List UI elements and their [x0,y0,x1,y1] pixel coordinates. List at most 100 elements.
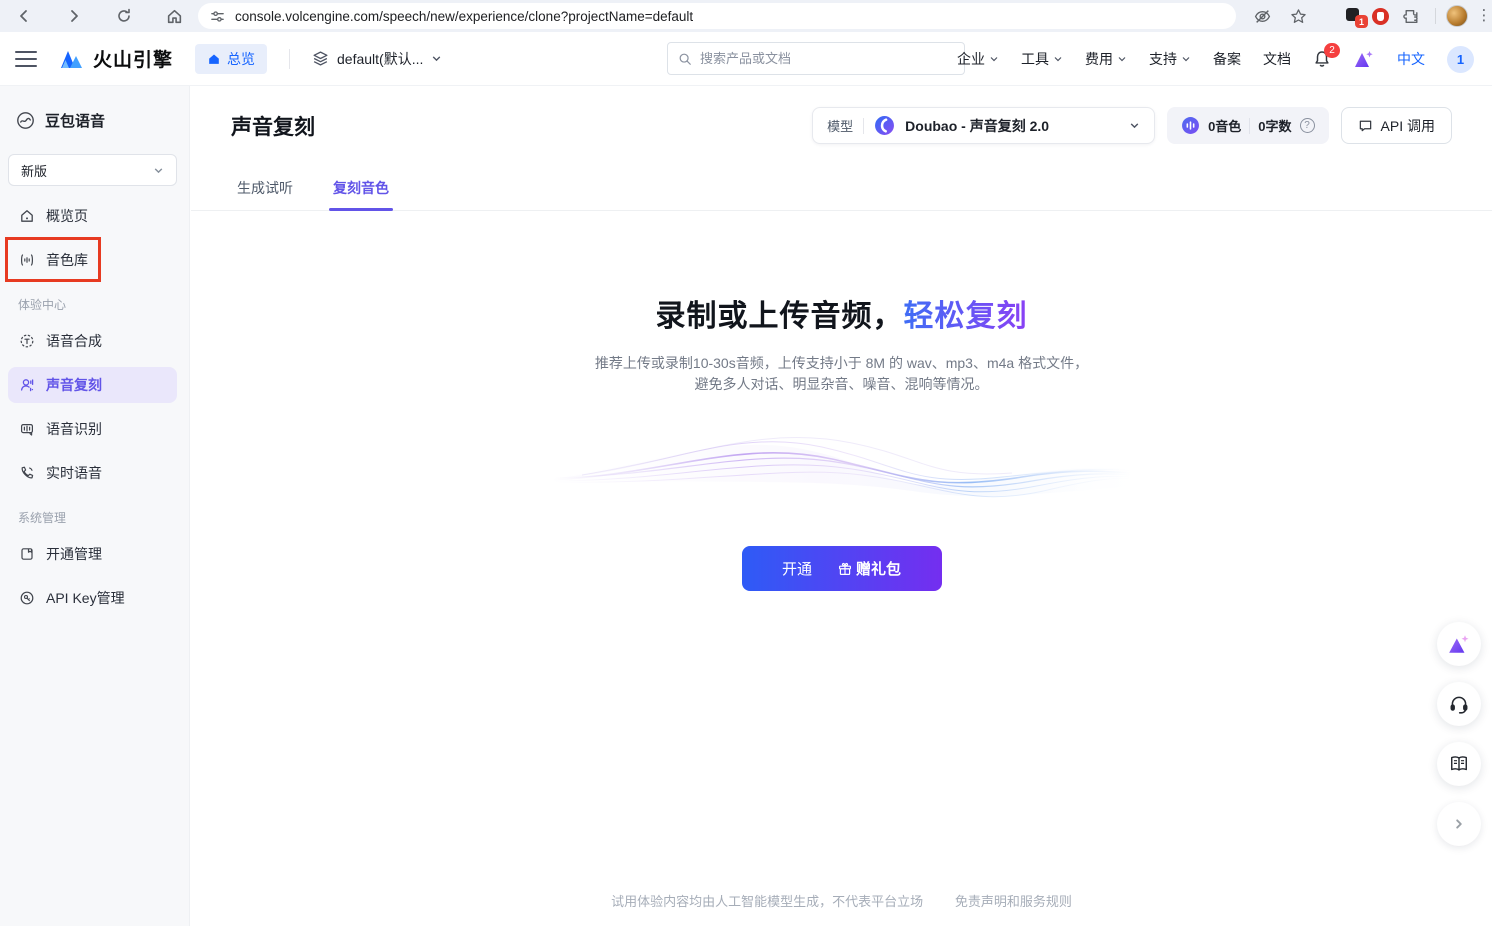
sidebar-item-label: 语音合成 [46,331,102,351]
sidebar-item-label: 音色库 [46,250,88,270]
quota-stats: 0音色 0字数 ? [1167,107,1328,144]
quota-icon [1181,116,1200,135]
doubao-voice-icon [16,111,35,130]
model-select-value: Doubao - 声音复刻 2.0 [905,116,1049,136]
sidebar-item-voice-clone[interactable]: 声音复刻 [8,367,177,403]
sidebar-product-label: 豆包语音 [45,110,105,131]
model-select[interactable]: 模型 Doubao - 声音复刻 2.0 [812,107,1155,144]
char-count: 0字数 [1258,116,1291,135]
sidebar-item-label: 声音复刻 [46,375,102,395]
browser-home-icon[interactable] [160,2,188,30]
extension-red-icon[interactable] [1372,8,1389,25]
overview-label: 总览 [227,49,255,69]
site-info-icon[interactable] [210,9,225,24]
floating-toolbar [1437,622,1481,846]
sidebar-item-activation[interactable]: 开通管理 [8,536,177,572]
sidebar: 豆包语音 新版 概览页 音色库 体验中心 语音合成 声音复刻 语音识别 [0,86,190,926]
asr-icon [18,421,36,437]
notifications-button[interactable]: 2 [1313,50,1331,68]
nav-menu-label: 企业 [957,49,985,69]
extensions-puzzle-icon[interactable] [1397,2,1425,30]
sidebar-item-label: 语音识别 [46,419,102,439]
help-question-icon[interactable]: ? [1300,118,1315,133]
phone-icon [18,465,36,481]
fab-docs[interactable] [1437,742,1481,786]
browser-back-icon[interactable] [10,2,38,30]
bookmark-star-icon[interactable] [1284,2,1312,30]
preview-eye-off-icon[interactable] [1248,2,1276,30]
project-name: default(默认... [337,49,423,69]
overview-button[interactable]: 总览 [195,44,267,74]
project-switcher[interactable]: default(默认... [312,49,442,69]
ai-mountain-icon [1447,633,1471,655]
nav-link-filing[interactable]: 备案 [1213,49,1241,69]
browser-forward-icon[interactable] [60,2,88,30]
home-icon [207,52,221,66]
disclaimer-text: 试用体验内容均由人工智能模型生成，不代表平台立场 [611,894,923,909]
nav-menu-tools[interactable]: 工具 [1021,49,1063,69]
hamburger-menu-icon[interactable] [15,51,37,67]
terms-link[interactable]: 免责声明和服务规则 [955,894,1072,909]
headset-icon [1448,693,1470,715]
nav-menu-label: 费用 [1085,49,1113,69]
tab-generate-preview[interactable]: 生成试听 [237,170,293,211]
hero-title-accent: 轻松复刻 [904,300,1028,333]
browser-reload-icon[interactable] [110,2,138,30]
nav-link-docs[interactable]: 文档 [1263,49,1291,69]
browser-toolbar: console.volcengine.com/speech/new/experi… [0,0,1492,32]
fab-support[interactable] [1437,682,1481,726]
extension-badge: 1 [1355,15,1368,28]
api-chat-icon [1358,118,1373,133]
nav-menu-billing[interactable]: 费用 [1085,49,1127,69]
hero-title-main: 录制或上传音频， [656,300,904,333]
volcengine-logo-icon [59,48,85,70]
divider [1249,118,1250,134]
activate-button[interactable]: 开通 赠礼包 [742,546,942,591]
nav-menu-label: 支持 [1149,49,1177,69]
sidebar-item-label: 实时语音 [46,463,102,483]
browser-address-bar[interactable]: console.volcengine.com/speech/new/experi… [198,3,1236,29]
chevron-down-icon [153,165,164,176]
key-icon [18,590,36,606]
sidebar-item-tts[interactable]: 语音合成 [8,323,177,359]
chevron-down-icon [1117,54,1127,64]
gift-icon [838,562,852,576]
ai-assistant-button[interactable] [1353,49,1375,69]
chevron-right-icon [1453,818,1465,830]
divider [863,118,864,134]
page-title: 声音复刻 [231,111,315,141]
browser-profile-avatar[interactable] [1446,5,1468,27]
voice-count: 0音色 [1208,116,1241,135]
activate-label: 开通 [782,558,812,579]
chevron-down-icon [1053,54,1063,64]
user-avatar[interactable]: 1 [1447,46,1474,73]
hero-desc-line1: 推荐上传或录制10-30s音频，上传支持小于 8M 的 wav、mp3、m4a … [191,353,1492,374]
layers-icon [312,50,329,67]
browser-menu-icon[interactable]: ⋮ [1476,13,1492,19]
search-input[interactable] [700,51,954,66]
page-footer: 试用体验内容均由人工智能模型生成，不代表平台立场 免责声明和服务规则 [191,891,1492,910]
tab-clone-voice[interactable]: 复刻音色 [333,170,389,211]
language-switcher[interactable]: 中文 [1397,49,1425,69]
voice-library-icon [18,252,36,268]
version-select[interactable]: 新版 [8,154,177,186]
fab-collapse[interactable] [1437,802,1481,846]
search-icon [678,52,692,66]
hero-desc-line2: 避免多人对话、明显杂音、噪音、混响等情况。 [191,374,1492,395]
model-select-label: 模型 [827,116,853,135]
sidebar-item-api-key[interactable]: API Key管理 [8,580,177,616]
sidebar-item-realtime-voice[interactable]: 实时语音 [8,455,177,491]
fab-ai-assistant[interactable] [1437,622,1481,666]
brand-logo[interactable]: 火山引擎 [59,45,173,72]
global-search[interactable] [667,42,965,75]
nav-menu-enterprise[interactable]: 企业 [957,49,999,69]
api-call-button[interactable]: API 调用 [1341,107,1452,144]
nav-menu-support[interactable]: 支持 [1149,49,1191,69]
main-content: 声音复刻 模型 Doubao - 声音复刻 2.0 0音色 0字数 ? [191,86,1492,926]
sidebar-item-asr[interactable]: 语音识别 [8,411,177,447]
sidebar-item-voice-library[interactable]: 音色库 [8,242,177,278]
version-label: 新版 [21,161,47,180]
sidebar-item-overview[interactable]: 概览页 [8,198,177,234]
extension-icon-badged[interactable]: 1 [1346,8,1364,24]
sidebar-item-label: 概览页 [46,206,88,226]
